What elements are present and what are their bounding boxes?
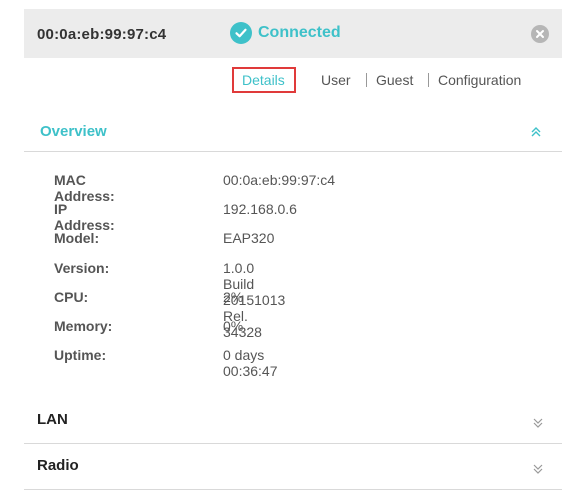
lan-section-header[interactable]: LAN (24, 398, 562, 444)
close-icon[interactable] (531, 25, 549, 43)
double-chevron-down-icon[interactable] (532, 462, 544, 480)
detail-value: 0% (223, 317, 244, 334)
detail-value: 2% (223, 288, 244, 305)
connection-status: Connected (230, 22, 341, 44)
tab-configuration[interactable]: Configuration (438, 71, 521, 89)
device-details-panel: 00:0a:eb:99:97:c4 Connected Details User… (24, 9, 562, 504)
detail-value: 00:0a:eb:99:97:c4 (223, 172, 336, 188)
double-chevron-down-icon[interactable] (532, 416, 544, 434)
detail-key: Memory: (54, 317, 113, 334)
status-label: Connected (258, 24, 341, 41)
detail-key: IP Address: (54, 201, 115, 234)
tab-separator (366, 73, 367, 87)
tab-separator (428, 73, 429, 87)
detail-key: CPU: (54, 288, 89, 305)
detail-key: Model: (54, 230, 100, 247)
detail-key: Version: (54, 259, 110, 276)
detail-value: 192.168.0.6 (223, 201, 297, 218)
detail-value: 0 days 00:36:47 (223, 347, 278, 380)
device-mac-title: 00:0a:eb:99:97:c4 (37, 26, 167, 43)
check-circle-icon (230, 22, 252, 44)
detail-tabs: Details User Guest Configuration (24, 67, 562, 95)
detail-key: Uptime: (54, 347, 107, 364)
tab-details[interactable]: Details (232, 67, 296, 93)
detail-value: EAP320 (223, 230, 275, 247)
radio-section-header[interactable]: Radio (24, 444, 562, 490)
overview-section-header[interactable]: Overview (24, 115, 562, 152)
radio-section-title: Radio (37, 457, 79, 474)
overview-title: Overview (40, 123, 107, 140)
lan-section-title: LAN (37, 411, 68, 428)
double-chevron-up-icon[interactable] (530, 125, 542, 143)
device-header: 00:0a:eb:99:97:c4 Connected (24, 9, 562, 58)
detail-key: MAC Address: (54, 172, 115, 204)
tab-guest[interactable]: Guest (376, 71, 413, 89)
tab-user[interactable]: User (321, 71, 351, 89)
